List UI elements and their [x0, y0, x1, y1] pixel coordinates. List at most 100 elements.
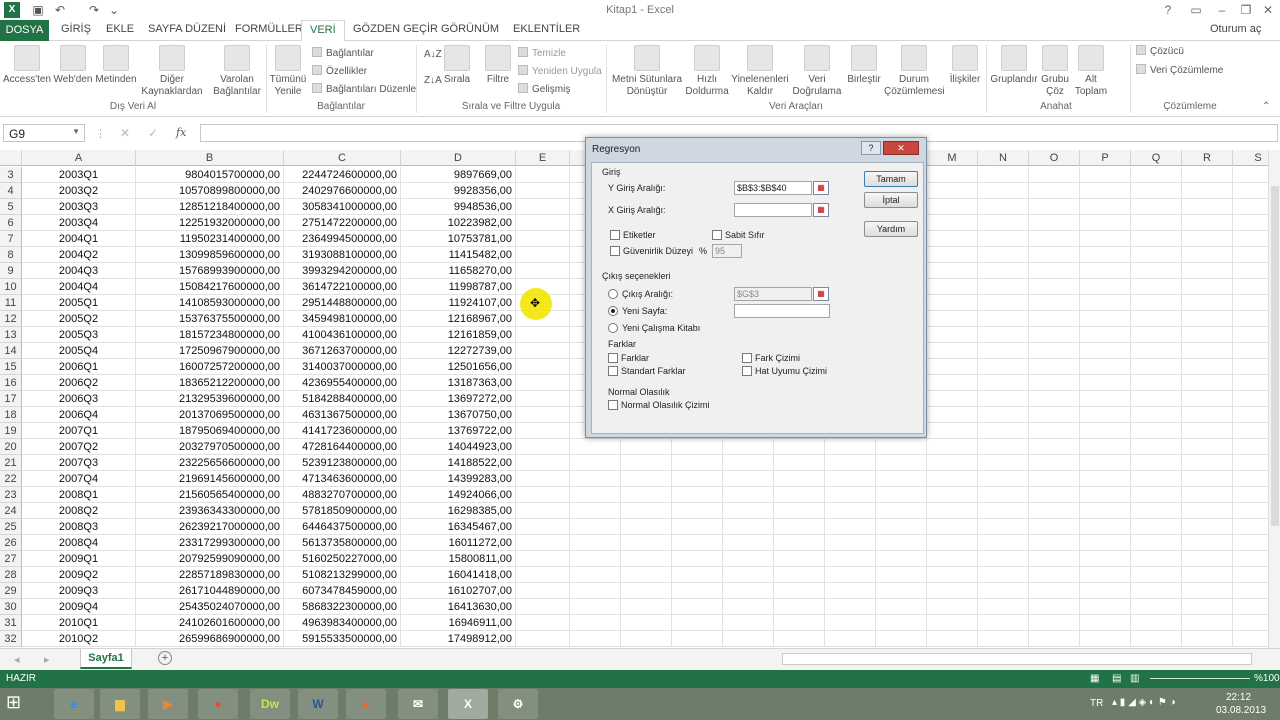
- empty-cell[interactable]: [516, 631, 570, 647]
- empty-cell[interactable]: [1233, 535, 1268, 551]
- scroll-thumb[interactable]: [1271, 186, 1279, 526]
- empty-cell[interactable]: [876, 615, 927, 631]
- row-header[interactable]: 12: [0, 311, 22, 327]
- empty-cell[interactable]: [516, 407, 570, 423]
- next-sheet-icon[interactable]: ▸: [44, 653, 50, 666]
- ie-icon[interactable]: e: [54, 689, 94, 719]
- clock-date[interactable]: 03.08.2013: [1216, 705, 1266, 716]
- cell-d[interactable]: 15800811,00: [401, 551, 516, 567]
- minimize-icon[interactable]: –: [1210, 2, 1234, 18]
- cell-a[interactable]: 2004Q1: [22, 231, 136, 247]
- empty-cell[interactable]: [1182, 327, 1233, 343]
- cell-b[interactable]: 23936343300000,00: [136, 503, 284, 519]
- empty-cell[interactable]: [1182, 599, 1233, 615]
- empty-cell[interactable]: [1233, 183, 1268, 199]
- cell-c[interactable]: 4713463600000,00: [284, 471, 401, 487]
- close-icon[interactable]: ✕: [1256, 2, 1280, 18]
- empty-cell[interactable]: [978, 583, 1029, 599]
- line-fit-checkbox[interactable]: [742, 366, 752, 376]
- empty-cell[interactable]: [978, 471, 1029, 487]
- empty-cell[interactable]: [516, 503, 570, 519]
- empty-cell[interactable]: [876, 503, 927, 519]
- normal-plot-checkbox[interactable]: [608, 400, 618, 410]
- cell-c[interactable]: 3671263700000,00: [284, 343, 401, 359]
- empty-cell[interactable]: [1029, 535, 1080, 551]
- empty-cell[interactable]: [1029, 343, 1080, 359]
- empty-cell[interactable]: [1131, 583, 1182, 599]
- empty-cell[interactable]: [672, 503, 723, 519]
- cell-d[interactable]: 12501656,00: [401, 359, 516, 375]
- empty-cell[interactable]: [978, 519, 1029, 535]
- cell-a[interactable]: 2003Q1: [22, 167, 136, 183]
- cell-b[interactable]: 22857189830000,00: [136, 567, 284, 583]
- empty-cell[interactable]: [570, 567, 621, 583]
- cell-d[interactable]: 16041418,00: [401, 567, 516, 583]
- empty-cell[interactable]: [1029, 551, 1080, 567]
- tab-view[interactable]: GÖRÜNÜM: [441, 23, 499, 35]
- empty-cell[interactable]: [978, 551, 1029, 567]
- cell-d[interactable]: 13697272,00: [401, 391, 516, 407]
- collapse-ribbon-icon[interactable]: ⌃: [1262, 101, 1270, 112]
- maximize-icon[interactable]: ❐: [1234, 2, 1258, 18]
- empty-cell[interactable]: [978, 183, 1029, 199]
- empty-cell[interactable]: [1182, 183, 1233, 199]
- empty-cell[interactable]: [516, 263, 570, 279]
- select-all-corner[interactable]: [0, 150, 22, 166]
- empty-cell[interactable]: [774, 455, 825, 471]
- empty-cell[interactable]: [672, 599, 723, 615]
- empty-cell[interactable]: [1131, 263, 1182, 279]
- empty-cell[interactable]: [1233, 327, 1268, 343]
- column-header-n[interactable]: N: [978, 150, 1029, 166]
- empty-cell[interactable]: [621, 599, 672, 615]
- row-header[interactable]: 28: [0, 567, 22, 583]
- dialog-help-icon[interactable]: ?: [861, 141, 881, 155]
- cell-d[interactable]: 11924107,00: [401, 295, 516, 311]
- empty-cell[interactable]: [825, 599, 876, 615]
- column-header-c[interactable]: C: [284, 150, 401, 166]
- cell-b[interactable]: 21560565400000,00: [136, 487, 284, 503]
- empty-cell[interactable]: [723, 487, 774, 503]
- row-header[interactable]: 24: [0, 503, 22, 519]
- empty-cell[interactable]: [1182, 503, 1233, 519]
- cell-a[interactable]: 2009Q1: [22, 551, 136, 567]
- empty-cell[interactable]: [1029, 215, 1080, 231]
- empty-cell[interactable]: [516, 615, 570, 631]
- column-header-a[interactable]: A: [22, 150, 136, 166]
- row-header[interactable]: 5: [0, 199, 22, 215]
- properties-button[interactable]: Özellikler: [312, 65, 367, 77]
- cell-d[interactable]: 11415482,00: [401, 247, 516, 263]
- remove-duplicates-button[interactable]: Yinelenenleri Kaldır: [730, 45, 790, 98]
- empty-cell[interactable]: [927, 503, 978, 519]
- empty-cell[interactable]: [1080, 279, 1131, 295]
- empty-cell[interactable]: [825, 535, 876, 551]
- empty-cell[interactable]: [1182, 391, 1233, 407]
- cell-c[interactable]: 2402976600000,00: [284, 183, 401, 199]
- empty-cell[interactable]: [1029, 199, 1080, 215]
- empty-cell[interactable]: [516, 583, 570, 599]
- empty-cell[interactable]: [516, 199, 570, 215]
- empty-cell[interactable]: [516, 231, 570, 247]
- cell-a[interactable]: 2007Q3: [22, 455, 136, 471]
- cell-a[interactable]: 2008Q3: [22, 519, 136, 535]
- cell-d[interactable]: 9897669,00: [401, 167, 516, 183]
- empty-cell[interactable]: [621, 551, 672, 567]
- new-workbook-radio[interactable]: [608, 323, 618, 333]
- cell-a[interactable]: 2004Q2: [22, 247, 136, 263]
- empty-cell[interactable]: [927, 343, 978, 359]
- empty-cell[interactable]: [1131, 455, 1182, 471]
- empty-cell[interactable]: [876, 583, 927, 599]
- cell-c[interactable]: 3993294200000,00: [284, 263, 401, 279]
- empty-cell[interactable]: [978, 423, 1029, 439]
- empty-cell[interactable]: [774, 503, 825, 519]
- sort-az-button[interactable]: A↓Z: [424, 49, 442, 60]
- tab-home[interactable]: GİRİŞ: [61, 23, 91, 35]
- sort-za-button[interactable]: Z↓A: [424, 75, 442, 86]
- empty-cell[interactable]: [516, 455, 570, 471]
- sort-button[interactable]: Sırala: [442, 45, 472, 86]
- y-range-input[interactable]: $B$3:$B$40: [734, 181, 812, 195]
- cell-b[interactable]: 18157234800000,00: [136, 327, 284, 343]
- empty-cell[interactable]: [1131, 375, 1182, 391]
- cell-a[interactable]: 2006Q2: [22, 375, 136, 391]
- cell-b[interactable]: 26239217000000,00: [136, 519, 284, 535]
- empty-cell[interactable]: [978, 199, 1029, 215]
